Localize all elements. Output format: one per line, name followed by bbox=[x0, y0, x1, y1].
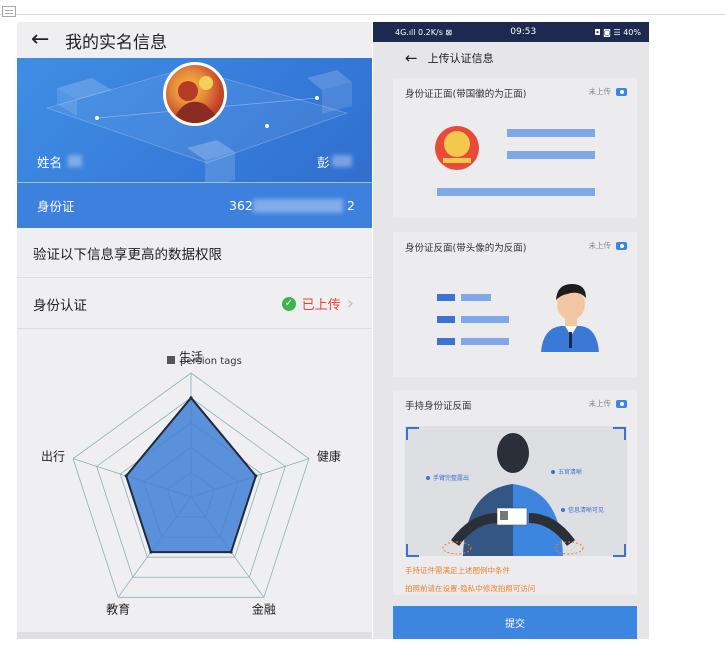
id-auth-status-text: 已上传 bbox=[301, 298, 341, 313]
radar-category-label: 健康 bbox=[317, 449, 341, 464]
id-hold-status-text: 未上传 bbox=[588, 399, 612, 408]
verify-hint: 验证以下信息享更高的数据权限 bbox=[33, 246, 222, 263]
hold-note-1: 手持证件需满足上述图例中条件 bbox=[405, 566, 510, 575]
radar-category-label: 生活 bbox=[179, 350, 203, 364]
check-icon: ✓ bbox=[281, 296, 296, 311]
label-arm: 手臂完整露出 bbox=[433, 474, 469, 482]
page-title: 我的实名信息 bbox=[65, 32, 167, 53]
back-arrow-icon[interactable]: ← bbox=[405, 49, 418, 67]
upload-title: 上传认证信息 bbox=[427, 52, 494, 65]
identity-banner: 姓名 彭 身份证 362 2 bbox=[17, 58, 372, 228]
radar-category-label: 教育 bbox=[106, 601, 130, 616]
bottom-divider bbox=[17, 632, 372, 639]
radar-chart-panel: persion tags 生活 健康 金融 教育 出行 bbox=[17, 329, 372, 632]
id-label: 身份证 bbox=[37, 199, 75, 214]
id-suffix: 2 bbox=[347, 198, 355, 213]
portrait-illustration-icon bbox=[437, 284, 599, 352]
hold-note-2: 拍照前请在设置-隐私中修改拍照可访问 bbox=[405, 584, 536, 593]
name-value: 彭 bbox=[317, 154, 330, 170]
id-hold-title: 手持身份证反面 bbox=[405, 401, 472, 412]
id-hold-status[interactable]: 未上传 bbox=[588, 398, 627, 409]
radar-chart: persion tags 生活健康金融教育出行 bbox=[41, 350, 341, 616]
camera-icon[interactable] bbox=[616, 399, 627, 408]
name-label: 姓名 bbox=[37, 154, 63, 170]
radar-series-area bbox=[125, 396, 257, 554]
id-front-card[interactable]: 身份证正面(带国徽的为正面) 未上传 bbox=[393, 78, 637, 218]
radar-category-label: 金融 bbox=[252, 601, 276, 616]
status-bar: 4G.ıll 0.2K/s ⊠ 09:53 ◘ ◙ ☰ 40% bbox=[373, 22, 649, 42]
status-icons: ◘ ◙ ☰ 40% bbox=[594, 27, 641, 37]
radar-point bbox=[229, 550, 233, 554]
emblem-illustration-icon bbox=[435, 126, 595, 196]
radar-point bbox=[149, 550, 153, 554]
hold-id-illustration-icon: 手臂完整露出 五官清晰 信息清晰可见 bbox=[405, 426, 627, 557]
verify-hint-row: 验证以下信息享更高的数据权限 bbox=[17, 228, 372, 278]
right-header: ← 上传认证信息 bbox=[373, 42, 649, 74]
window-menu-icon[interactable] bbox=[2, 6, 16, 17]
id-prefix: 362 bbox=[229, 198, 253, 213]
id-row: 身份证 362 2 bbox=[17, 182, 372, 228]
name-value-mask bbox=[332, 155, 352, 167]
clock: 09:53 bbox=[510, 27, 537, 37]
label-face: 五官清晰 bbox=[558, 468, 582, 476]
user-avatar[interactable] bbox=[163, 62, 227, 126]
name-row: 姓名 彭 bbox=[17, 146, 372, 176]
radar-point bbox=[124, 474, 128, 478]
radar-point bbox=[189, 396, 193, 400]
id-auth-row[interactable]: 身份认证 ✓ 已上传 › bbox=[17, 279, 372, 329]
back-arrow-icon[interactable]: ← bbox=[31, 29, 53, 51]
right-screen: 4G.ıll 0.2K/s ⊠ 09:53 ◘ ◙ ☰ 40% ← 上传认证信息… bbox=[373, 22, 649, 639]
id-auth-status: ✓ 已上传 › bbox=[281, 293, 354, 314]
name-mask bbox=[68, 155, 83, 167]
left-header: ← 我的实名信息 bbox=[17, 22, 372, 58]
left-screen: ← 我的实名信息 姓名 彭 身份证 362 2 验证以下信息享更高的数据权限 身… bbox=[17, 22, 372, 639]
legend-swatch bbox=[167, 356, 175, 364]
radar-category-label: 出行 bbox=[41, 450, 65, 464]
id-mask bbox=[253, 198, 343, 213]
window-top-divider bbox=[0, 14, 725, 15]
id-auth-label: 身份认证 bbox=[33, 297, 87, 314]
chevron-right-icon: › bbox=[346, 293, 354, 314]
signal-text: 4G.ıll 0.2K/s ⊠ bbox=[395, 27, 453, 37]
label-info: 信息清晰可见 bbox=[568, 506, 604, 514]
radar-point bbox=[254, 474, 258, 478]
submit-button[interactable]: 提交 bbox=[393, 606, 637, 639]
id-back-card[interactable]: 身份证反面(带头像的为反面) 未上传 bbox=[393, 232, 637, 377]
